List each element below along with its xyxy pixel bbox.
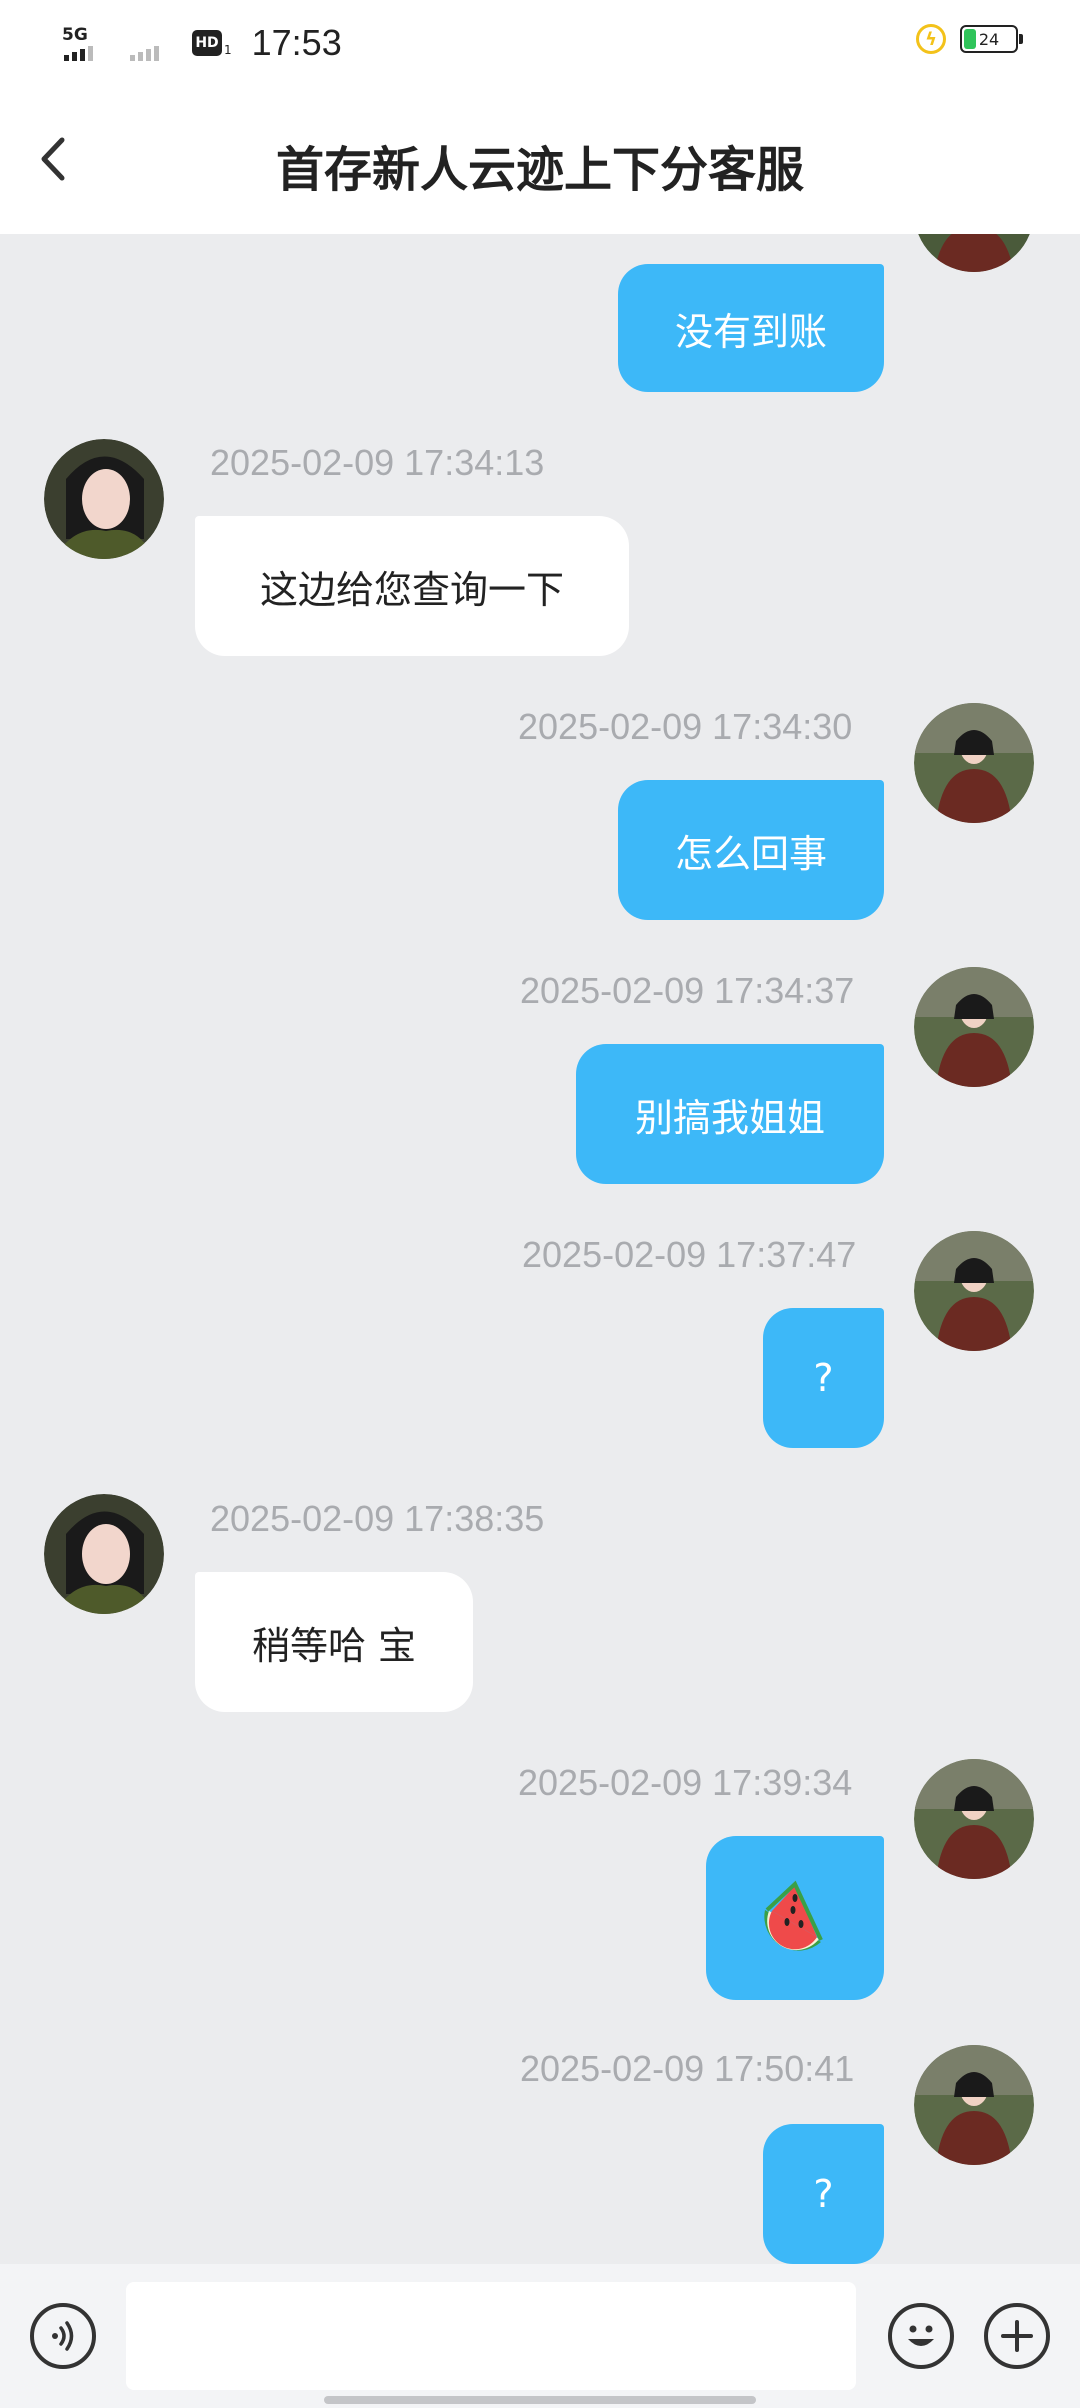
input-bar bbox=[0, 2264, 1080, 2408]
message-input[interactable] bbox=[126, 2282, 856, 2390]
plus-icon[interactable] bbox=[984, 2303, 1050, 2369]
battery-level: 24 bbox=[978, 29, 1000, 49]
my-avatar[interactable] bbox=[914, 1759, 1034, 1879]
message-timestamp: 2025-02-09 17:34:13 bbox=[210, 442, 545, 483]
home-indicator[interactable] bbox=[324, 2396, 756, 2404]
message-timestamp: 2025-02-09 17:37:47 bbox=[522, 1234, 857, 1275]
my-avatar[interactable] bbox=[914, 703, 1034, 823]
message-timestamp: 2025-02-09 17:50:41 bbox=[520, 2048, 855, 2089]
smile-icon[interactable] bbox=[888, 2303, 954, 2369]
message-timestamp: 2025-02-09 17:34:30 bbox=[518, 706, 853, 747]
voice-icon[interactable] bbox=[30, 2303, 96, 2369]
message-timestamp: 2025-02-09 17:39:34 bbox=[518, 1762, 853, 1803]
message-bubble[interactable]: 没有到账 bbox=[618, 264, 884, 392]
network-type: 5G bbox=[62, 25, 88, 45]
message-timestamp: 2025-02-09 17:34:37 bbox=[520, 970, 855, 1011]
message-bubble[interactable]: 这边给您查询一下 bbox=[195, 516, 629, 656]
page-title: 首存新人云迹上下分客服 bbox=[275, 142, 804, 198]
hd-sim-number: 1 bbox=[224, 43, 232, 57]
status-bar: 5G HD 1 17:53 ϟ 24 bbox=[0, 0, 1080, 84]
message-list[interactable]: 没有到账 2025-02-09 17:34:13 这边给您查询一下 2025-0… bbox=[0, 234, 1080, 2264]
message-bubble[interactable]: 怎么回事 bbox=[618, 780, 884, 920]
my-avatar[interactable] bbox=[914, 1231, 1034, 1351]
message-bubble[interactable]: 稍等哈 宝 bbox=[195, 1572, 473, 1712]
battery-icon: 24 bbox=[960, 25, 1023, 53]
message-bubble[interactable]: ? bbox=[763, 2124, 884, 2264]
message-timestamp: 2025-02-09 17:38:35 bbox=[210, 1498, 545, 1539]
agent-avatar[interactable] bbox=[44, 1494, 164, 1614]
message-bubble[interactable]: 别搞我姐姐 bbox=[576, 1044, 884, 1184]
cellular-signal-icon: 5G bbox=[60, 23, 112, 63]
hd-voice-icon: HD bbox=[192, 30, 222, 56]
watermelon-icon bbox=[764, 1880, 823, 1951]
my-avatar[interactable] bbox=[914, 234, 1034, 272]
my-avatar[interactable] bbox=[914, 967, 1034, 1087]
charging-icon: ϟ bbox=[916, 24, 946, 54]
cellular-signal-2-icon bbox=[126, 23, 178, 63]
agent-avatar[interactable] bbox=[44, 439, 164, 559]
message-bubble[interactable]: ? bbox=[763, 1308, 884, 1448]
clock: 17:53 bbox=[251, 22, 342, 63]
my-avatar[interactable] bbox=[914, 2045, 1034, 2165]
chat-header: 首存新人云迹上下分客服 bbox=[0, 84, 1080, 234]
watermelon-emoji-icon[interactable] bbox=[706, 1836, 884, 2000]
